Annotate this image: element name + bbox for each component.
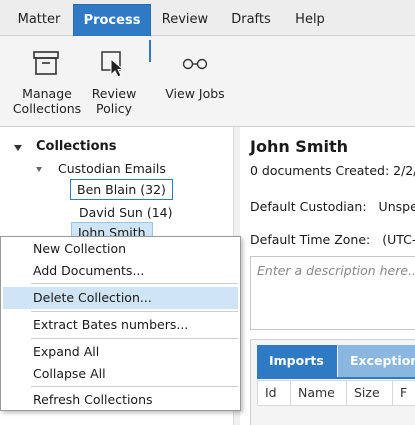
tree-item-david-sun[interactable]: David Sun (14) bbox=[79, 205, 172, 220]
column-header-id[interactable]: Id bbox=[258, 381, 290, 405]
tree-context-menu: New Collection Add Documents... Delete C… bbox=[0, 236, 241, 411]
default-custodian-row: Default Custodian: Unspe bbox=[250, 199, 415, 214]
view-jobs-label: View Jobs bbox=[165, 86, 225, 101]
detail-tabs-area: Imports Exceptions Id Name Size F bbox=[250, 339, 415, 425]
eyeglasses-icon bbox=[182, 58, 208, 70]
manage-collections-label-2: Collections bbox=[12, 101, 82, 116]
manage-collections-label-1: Manage bbox=[22, 86, 72, 101]
detail-summary: 0 documents Created: 2/2/ bbox=[250, 163, 415, 178]
review-policy-label-2: Policy bbox=[96, 101, 132, 116]
menu-tab-matter[interactable]: Matter bbox=[6, 4, 72, 36]
menu-item-refresh-collections[interactable]: Refresh Collections bbox=[3, 389, 238, 411]
menu-tab-drafts[interactable]: Drafts bbox=[219, 4, 283, 36]
tree-item-ben-blain[interactable]: Ben Blain (32) bbox=[70, 179, 173, 200]
tree-group-label: Custodian Emails bbox=[58, 161, 166, 176]
default-custodian-value[interactable]: Unspe bbox=[379, 199, 415, 214]
menu-tab-process[interactable]: Process bbox=[73, 4, 151, 36]
column-header-f[interactable]: F bbox=[392, 381, 415, 405]
review-policy-label-1: Review bbox=[91, 86, 137, 101]
menu-bar: Matter Process Review Drafts Help bbox=[0, 0, 415, 36]
menu-separator bbox=[31, 283, 238, 284]
menu-item-delete-collection[interactable]: Delete Collection... bbox=[3, 287, 238, 309]
menu-tab-review[interactable]: Review bbox=[152, 4, 218, 36]
description-input[interactable]: Enter a description here... bbox=[250, 256, 415, 330]
default-timezone-label: Default Time Zone: bbox=[250, 232, 371, 247]
manage-collections-button[interactable]: Manage Collections bbox=[8, 36, 86, 126]
tab-underline bbox=[257, 377, 415, 379]
menu-tab-help[interactable]: Help bbox=[284, 4, 336, 36]
collection-detail-panel: John Smith 0 documents Created: 2/2/ Def… bbox=[241, 127, 415, 425]
expand-triangle-icon[interactable] bbox=[14, 145, 22, 151]
view-jobs-button[interactable]: View Jobs bbox=[158, 36, 232, 126]
menu-separator bbox=[31, 386, 238, 387]
cursor-arrow-icon bbox=[101, 51, 125, 78]
menu-separator bbox=[31, 338, 238, 339]
menu-item-collapse-all[interactable]: Collapse All bbox=[3, 363, 238, 385]
menu-item-add-documents[interactable]: Add Documents... bbox=[3, 260, 238, 282]
imports-grid-header: Id Name Size F bbox=[257, 380, 415, 406]
tab-imports[interactable]: Imports bbox=[257, 345, 337, 377]
default-custodian-label: Default Custodian: bbox=[250, 199, 367, 214]
default-timezone-row: Default Time Zone: (UTC-0 bbox=[250, 232, 415, 247]
expand-triangle-icon[interactable] bbox=[36, 167, 42, 172]
menu-item-extract-bates-numbers[interactable]: Extract Bates numbers... bbox=[3, 314, 238, 336]
default-timezone-value[interactable]: (UTC-0 bbox=[382, 232, 415, 247]
menu-item-expand-all[interactable]: Expand All bbox=[3, 341, 238, 363]
description-placeholder: Enter a description here... bbox=[257, 263, 415, 278]
menu-item-new-collection[interactable]: New Collection bbox=[3, 238, 238, 260]
ribbon-separator bbox=[149, 40, 151, 62]
detail-title: John Smith bbox=[250, 137, 349, 156]
column-header-size[interactable]: Size bbox=[346, 381, 392, 405]
tab-exceptions[interactable]: Exceptions bbox=[338, 345, 415, 377]
tree-root-label: Collections bbox=[36, 139, 117, 154]
ribbon-toolbar: Manage Collections Review Policy View Jo… bbox=[0, 36, 415, 127]
menu-separator bbox=[31, 311, 238, 312]
column-header-name[interactable]: Name bbox=[290, 381, 346, 405]
archive-box-icon bbox=[33, 51, 59, 75]
review-policy-button[interactable]: Review Policy bbox=[86, 36, 142, 126]
